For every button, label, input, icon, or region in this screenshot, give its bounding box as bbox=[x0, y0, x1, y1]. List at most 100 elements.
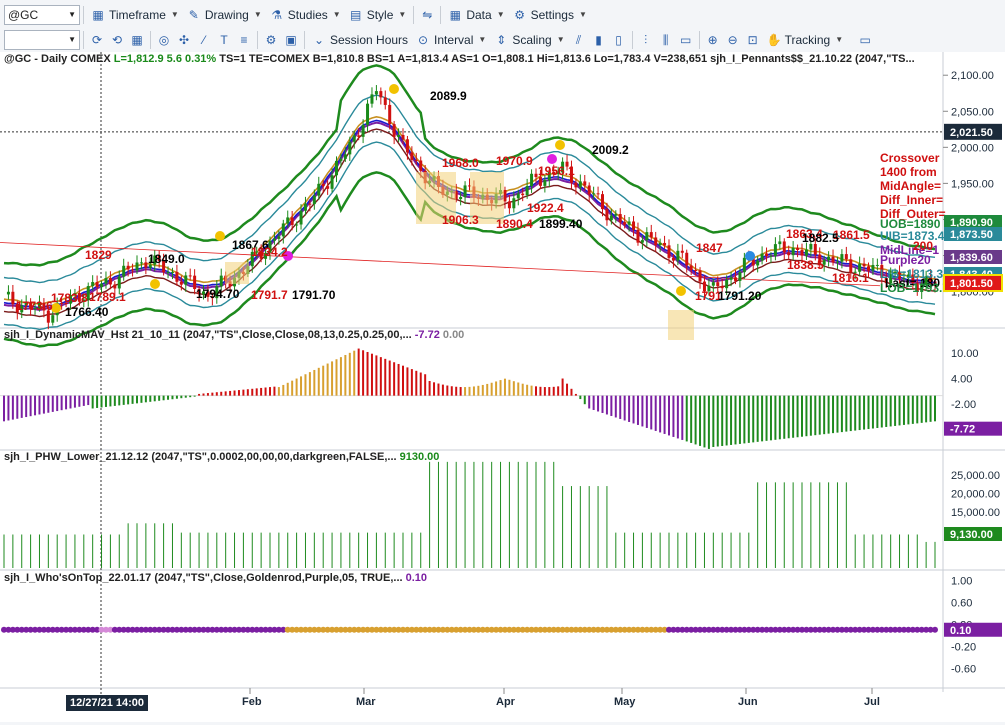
grid-icon[interactable]: ▦ bbox=[129, 32, 145, 48]
signal-marker bbox=[150, 279, 160, 289]
layers-icon[interactable]: ▣ bbox=[283, 32, 299, 48]
candle-body bbox=[592, 193, 596, 195]
last-price-badge-label: 1,801.50 bbox=[950, 278, 993, 290]
expand-bars-icon[interactable]: ⫼ bbox=[658, 32, 674, 48]
candle-body bbox=[113, 284, 117, 289]
session-hours-menu[interactable]: ⌄ Session Hours bbox=[308, 29, 412, 51]
candle-body bbox=[614, 214, 618, 216]
candle-body bbox=[463, 185, 467, 197]
price-annotation: 1773.6 bbox=[16, 299, 53, 313]
studies-menu[interactable]: ⚗ Studies ▼ bbox=[266, 4, 345, 26]
band-legend-midangle: MidAngle= bbox=[880, 179, 941, 193]
chart-canvas[interactable]: 2,100.002,050.002,000.001,950.001,900.00… bbox=[0, 52, 1005, 722]
sync-icon[interactable]: ⟲ bbox=[109, 32, 125, 48]
candle-chart-type-icon[interactable]: ▮ bbox=[591, 32, 607, 48]
crosshair-date-label: 12/27/21 14:00 bbox=[66, 695, 149, 711]
candle-body bbox=[290, 217, 294, 225]
timeframe-menu[interactable]: ▦ Timeframe ▼ bbox=[87, 4, 183, 26]
price-annotation: 1970.9 bbox=[496, 154, 533, 168]
symbol-input[interactable]: @GC ▼ bbox=[4, 4, 80, 25]
tracking-menu[interactable]: ✋ Tracking ▼ bbox=[763, 29, 848, 51]
crosshair-icon[interactable]: ✣ bbox=[176, 32, 192, 48]
candle-body bbox=[676, 250, 680, 261]
price-axis-label: 1,950.00 bbox=[951, 178, 994, 190]
chart-area[interactable]: 2,100.002,050.002,000.001,950.001,900.00… bbox=[0, 52, 1005, 722]
bar-spacing-icon[interactable]: ▭ bbox=[678, 32, 694, 48]
data-menu[interactable]: ▦ Data ▼ bbox=[444, 4, 508, 26]
time-axis-label: Feb bbox=[242, 696, 262, 708]
price-value-badge-label: 1,873.50 bbox=[950, 229, 993, 241]
main-toolbar: @GC ▼ ▦ Timeframe ▼ ✎ Drawing ▼ ⚗ Studie… bbox=[0, 2, 1005, 28]
status-line: @GC - Daily COMEX L=1,812.9 5.6 0.31% TS… bbox=[4, 53, 915, 65]
flask-icon: ⚗ bbox=[271, 7, 283, 22]
candle-body bbox=[184, 275, 188, 285]
candle-body bbox=[618, 214, 622, 223]
wot-axis-label: 1.00 bbox=[951, 575, 972, 587]
style-menu[interactable]: ▤ Style ▼ bbox=[345, 4, 411, 26]
candle-body bbox=[303, 203, 307, 211]
bar-chart-type-icon[interactable]: ⫽ bbox=[571, 32, 587, 48]
candle-body bbox=[574, 182, 578, 188]
wot-axis-label: 0.60 bbox=[951, 597, 972, 609]
candle-body bbox=[516, 193, 520, 199]
dynamic-mav-label: sjh_I_DynamicMAV_Hst 21_10_11 (2047,"TS"… bbox=[4, 329, 464, 341]
price-change-pct: 0.31% bbox=[185, 53, 217, 65]
wot-value-badge-label: 0.10 bbox=[950, 625, 971, 637]
signal-marker bbox=[745, 251, 755, 261]
link-windows-icon[interactable]: ⇋ bbox=[419, 7, 435, 23]
candle-body bbox=[339, 158, 343, 161]
draw-line-icon[interactable]: ⁄ bbox=[196, 32, 212, 48]
last-price: L=1,812.9 bbox=[113, 53, 164, 65]
fib-icon[interactable]: ≡ bbox=[236, 32, 252, 48]
candle-body bbox=[605, 209, 609, 221]
scaling-icon: ⇕ bbox=[496, 32, 507, 47]
wot-dot bbox=[932, 626, 938, 633]
compress-bars-icon[interactable]: ⫶ bbox=[638, 32, 654, 48]
candle-body bbox=[357, 135, 361, 137]
candle-body bbox=[117, 276, 121, 289]
toolbar-divider bbox=[83, 5, 84, 24]
candle-body bbox=[131, 269, 135, 271]
candle-body bbox=[804, 249, 808, 256]
scaling-menu[interactable]: ⇕ Scaling ▼ bbox=[490, 29, 568, 51]
drawing-label: Drawing bbox=[204, 7, 249, 22]
price-annotation: 1838.5 bbox=[787, 258, 824, 272]
time-axis-label: Mar bbox=[356, 696, 376, 708]
time-axis-label: Apr bbox=[496, 696, 516, 708]
candle-body bbox=[135, 262, 139, 271]
price-annotation: 1890.4 bbox=[496, 217, 533, 231]
candle-body bbox=[587, 185, 591, 195]
format-icon[interactable]: ⚙ bbox=[263, 32, 279, 48]
candle-body bbox=[769, 255, 773, 257]
settings-menu[interactable]: ⚙ Settings ▼ bbox=[509, 4, 591, 26]
text-icon[interactable]: T bbox=[216, 32, 232, 48]
mav-value-badge-label: -7.72 bbox=[950, 424, 975, 436]
candle-body bbox=[144, 262, 148, 268]
price-annotation: 1849.0 bbox=[148, 252, 185, 266]
candle-body bbox=[321, 183, 325, 187]
zoom-in-icon[interactable]: ⊕ bbox=[705, 32, 721, 48]
candle-body bbox=[348, 141, 352, 155]
candle-body bbox=[170, 271, 174, 273]
pointer-icon[interactable]: ◎ bbox=[156, 32, 172, 48]
candle-body bbox=[104, 278, 108, 284]
zoom-out-icon[interactable]: ⊖ bbox=[725, 32, 741, 48]
interval-menu[interactable]: ⊙ Interval ▼ bbox=[412, 29, 490, 51]
timeframe-icon: ▦ bbox=[92, 7, 104, 22]
candle-body bbox=[419, 160, 423, 171]
candle-body bbox=[680, 250, 684, 253]
zoom-fit-icon[interactable]: ⊡ bbox=[745, 32, 761, 48]
candle-body bbox=[800, 249, 804, 256]
candle-body bbox=[530, 173, 534, 187]
hollow-candle-icon[interactable]: ▯ bbox=[611, 32, 627, 48]
phw-axis-label: 25,000.00 bbox=[951, 470, 1000, 482]
drawing-menu[interactable]: ✎ Drawing ▼ bbox=[183, 4, 266, 26]
refresh-icon[interactable]: ⟳ bbox=[89, 32, 105, 48]
window-icon[interactable]: ▭ bbox=[857, 32, 873, 48]
candle-body bbox=[397, 134, 401, 137]
chevron-down-icon: ▼ bbox=[496, 10, 505, 19]
chart-selector-input[interactable]: ▼ bbox=[4, 29, 80, 50]
candle-body bbox=[317, 183, 321, 196]
chevron-down-icon: ▼ bbox=[835, 35, 844, 44]
price-annotation: 1791.7 bbox=[251, 288, 288, 302]
